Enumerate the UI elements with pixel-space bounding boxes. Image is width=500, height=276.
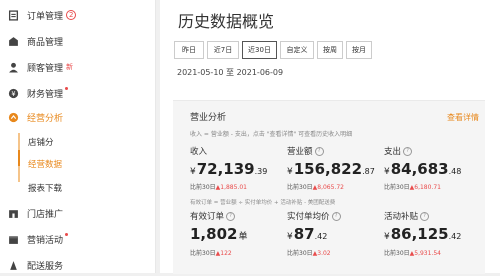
new-badge: 新	[66, 63, 74, 71]
range-7-days[interactable]: 近7日	[207, 41, 239, 59]
notification-dot	[65, 86, 69, 90]
panel-description-2: 有效订单 = 营业额 ÷ 实付单均价 + 活动补贴 - 美团配送费	[190, 200, 336, 206]
analysis-icon	[8, 112, 19, 123]
sidebar-item-marketing[interactable]: 营销活动	[0, 228, 155, 250]
metric-subsidy-value: ¥86,125.42	[384, 225, 462, 243]
sidebar-item-goods[interactable]: 商品管理	[0, 30, 155, 52]
panel-title: 营业分析	[190, 113, 227, 123]
sidebar-item-customers[interactable]: 顾客管理 新	[0, 56, 155, 78]
sidebar-item-analysis[interactable]: 经营分析	[0, 106, 155, 128]
sidebar-item-label: 顾客管理	[27, 63, 64, 74]
order-count-badge: 2	[66, 10, 77, 20]
metric-expense-label: 支出?	[384, 145, 413, 157]
metric-revenue-value: ¥156,822.87	[287, 160, 375, 178]
metric-avg-price-value: ¥87.42	[287, 225, 328, 243]
submenu-indicator	[18, 133, 20, 182]
sidebar-subitem-business-data[interactable]: 经营数据	[28, 158, 62, 170]
date-range-text: 2021-05-10 至 2021-06-09	[177, 68, 284, 77]
finance-icon: ¥	[8, 88, 19, 99]
goods-icon	[8, 36, 19, 47]
sidebar-item-label: 经营分析	[27, 113, 64, 124]
svg-text:¥: ¥	[11, 90, 15, 98]
help-icon[interactable]: ?	[331, 212, 341, 221]
metric-expense-compare: 比前30日▲6,180.71	[384, 184, 441, 191]
metric-avg-price-label: 实付单均价?	[287, 210, 341, 222]
sidebar-item-orders[interactable]: 订单管理 2	[0, 4, 155, 26]
metric-income-value: ¥72,139.39	[190, 160, 268, 178]
range-yesterday[interactable]: 昨日	[174, 41, 204, 59]
view-details-link[interactable]: 查看详情	[447, 112, 479, 123]
metric-avg-price-compare: 比前30日▲3.02	[287, 250, 331, 257]
metric-income-label: 收入	[190, 147, 208, 157]
sidebar-item-label: 配送服务	[27, 261, 64, 272]
page-title: 历史数据概览	[178, 12, 275, 31]
metric-expense-value: ¥84,683.48	[384, 160, 462, 178]
help-icon[interactable]: ?	[403, 147, 413, 156]
metric-revenue-compare: 比前30日▲8,065.72	[287, 184, 344, 191]
sidebar-subitem-report-download[interactable]: 报表下载	[28, 182, 62, 194]
metric-orders-compare: 比前30日▲122	[190, 250, 232, 257]
delivery-icon	[8, 260, 19, 271]
customer-icon	[8, 62, 19, 73]
sidebar-item-finance[interactable]: ¥ 财务管理	[0, 82, 155, 104]
sidebar-item-label: 订单管理	[27, 11, 64, 22]
panel-description: 收入 = 营业额 - 支出，点击 "查看详情" 可查看历史收入明细	[190, 131, 353, 138]
order-icon	[8, 9, 19, 21]
metric-orders-value: 1,802单	[190, 225, 248, 243]
range-custom[interactable]: 自定义	[280, 41, 314, 59]
sidebar: 订单管理 2 商品管理 顾客管理 新 ¥ 财务管理 经营分析 店铺分 经营数据 …	[0, 0, 156, 273]
metric-subsidy-compare: 比前30日▲5,931.54	[384, 250, 441, 257]
help-icon[interactable]: ?	[314, 147, 324, 156]
metric-orders-label: 有效订单?	[190, 210, 236, 222]
range-monthly[interactable]: 按月	[346, 41, 372, 59]
sidebar-item-label: 财务管理	[27, 89, 64, 100]
metric-income-compare: 比前30日▲1,885.01	[190, 184, 247, 191]
range-weekly[interactable]: 按周	[317, 41, 343, 59]
sidebar-item-store-promo[interactable]: 门店推广	[0, 202, 155, 224]
help-icon[interactable]: ?	[420, 212, 430, 221]
range-30-days[interactable]: 近30日	[242, 41, 277, 59]
sidebar-item-label: 营销活动	[27, 235, 64, 246]
metric-subsidy-label: 活动补贴?	[384, 210, 430, 222]
metric-revenue-label: 营业额?	[287, 145, 324, 157]
notification-dot	[65, 232, 69, 236]
sidebar-item-label: 门店推广	[27, 209, 64, 220]
help-icon[interactable]: ?	[226, 212, 236, 221]
date-range-tabs: 昨日 近7日 近30日 自定义 按周 按月	[174, 41, 375, 59]
store-promo-icon	[8, 208, 19, 219]
sidebar-subitem-store-score[interactable]: 店铺分	[28, 136, 54, 148]
sidebar-item-label: 商品管理	[27, 37, 64, 48]
marketing-icon	[8, 234, 19, 245]
